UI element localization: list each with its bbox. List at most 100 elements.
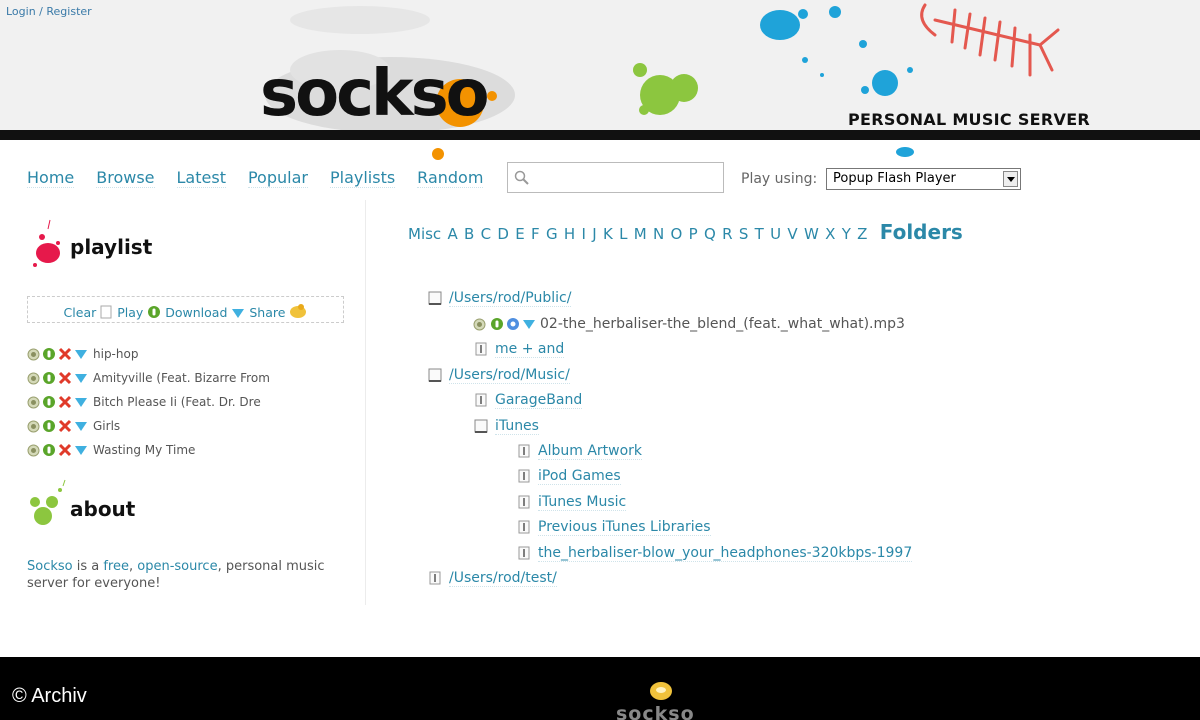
folder-link[interactable]: Album Artwork <box>538 443 643 460</box>
add-icon[interactable] <box>27 372 40 385</box>
letter-q[interactable]: Q <box>704 225 716 243</box>
list-item[interactable]: Wasting My Time <box>27 438 270 462</box>
letter-b[interactable]: B <box>464 225 474 243</box>
letter-z[interactable]: Z <box>857 225 867 243</box>
add-icon[interactable] <box>27 420 40 433</box>
chevron-down-icon[interactable] <box>1003 171 1018 187</box>
tree-node[interactable]: Album Artwork <box>516 441 643 461</box>
letter-r[interactable]: R <box>722 225 732 243</box>
play-icon[interactable] <box>42 347 56 361</box>
letter-y[interactable]: Y <box>842 225 851 243</box>
remove-icon[interactable] <box>58 395 72 409</box>
play-icon[interactable] <box>42 395 56 409</box>
letter-m[interactable]: M <box>634 225 647 243</box>
info-icon[interactable] <box>506 317 522 331</box>
letter-k[interactable]: K <box>603 225 613 243</box>
search-input[interactable] <box>534 167 719 188</box>
remove-icon[interactable] <box>58 419 72 433</box>
tree-node[interactable]: iPod Games <box>516 466 621 486</box>
letter-x[interactable]: X <box>825 225 835 243</box>
letter-o[interactable]: O <box>671 225 683 243</box>
letter-h[interactable]: H <box>564 225 575 243</box>
download-button[interactable]: Download <box>165 305 227 320</box>
letter-t[interactable]: T <box>755 225 764 243</box>
folder-link[interactable]: GarageBand <box>495 392 583 409</box>
tree-node[interactable]: GarageBand <box>473 390 583 410</box>
player-select[interactable]: Popup Flash Player <box>826 168 1021 190</box>
letter-p[interactable]: P <box>689 225 698 243</box>
folder-link[interactable]: /Users/rod/Public/ <box>449 290 572 307</box>
letter-f[interactable]: F <box>531 225 540 243</box>
login-link[interactable]: Login <box>6 5 36 18</box>
nav-random[interactable]: Random <box>417 168 484 188</box>
folder-link[interactable]: me + and <box>495 341 565 358</box>
letter-w[interactable]: W <box>804 225 819 243</box>
folder-link[interactable]: iTunes Music <box>538 494 627 511</box>
nav-popular[interactable]: Popular <box>247 168 308 188</box>
clear-button[interactable]: Clear <box>64 305 97 320</box>
download-icon[interactable] <box>522 318 536 330</box>
tree-node[interactable]: /Users/rod/Public/ <box>427 288 572 308</box>
download-icon[interactable] <box>74 420 88 432</box>
list-item[interactable]: Amityville (Feat. Bizarre From <box>27 366 270 390</box>
add-icon[interactable] <box>27 348 40 361</box>
letter-a[interactable]: A <box>447 225 457 243</box>
play-icon[interactable] <box>42 419 56 433</box>
remove-icon[interactable] <box>58 443 72 457</box>
folder-link[interactable]: iTunes <box>495 418 539 435</box>
site-logo[interactable]: sockso <box>260 62 490 126</box>
letter-u[interactable]: U <box>770 225 781 243</box>
tree-node[interactable]: iTunes Music <box>516 492 627 512</box>
free-link[interactable]: free <box>103 559 129 574</box>
letter-l[interactable]: L <box>619 225 627 243</box>
remove-icon[interactable] <box>58 371 72 385</box>
play-button[interactable]: Play <box>117 305 143 320</box>
letter-n[interactable]: N <box>653 225 664 243</box>
list-item[interactable]: Girls <box>27 414 270 438</box>
list-item[interactable]: Bitch Please Ii (Feat. Dr. Dre <box>27 390 270 414</box>
search-box[interactable] <box>507 162 724 193</box>
tree-node[interactable]: 02-the_herbaliser-the_blend_(feat._what_… <box>473 314 905 334</box>
add-icon[interactable] <box>27 396 40 409</box>
list-item[interactable]: hip-hop <box>27 342 270 366</box>
share-button[interactable]: Share <box>249 305 285 320</box>
nav-browse[interactable]: Browse <box>96 168 155 188</box>
add-icon[interactable] <box>473 318 486 331</box>
letter-c[interactable]: C <box>481 225 491 243</box>
nav-home[interactable]: Home <box>27 168 75 188</box>
folder-link[interactable]: Previous iTunes Libraries <box>538 519 711 536</box>
add-icon[interactable] <box>27 444 40 457</box>
play-icon[interactable] <box>490 317 506 331</box>
folders-link[interactable]: Folders <box>880 220 963 244</box>
letter-i[interactable]: I <box>581 225 585 243</box>
tree-node[interactable]: /Users/rod/Music/ <box>427 365 570 385</box>
open-source-link[interactable]: open-source <box>137 559 217 574</box>
nav-playlists[interactable]: Playlists <box>329 168 396 188</box>
remove-icon[interactable] <box>58 347 72 361</box>
letter-e[interactable]: E <box>515 225 524 243</box>
letter-s[interactable]: S <box>739 225 749 243</box>
folder-link[interactable]: iPod Games <box>538 468 621 485</box>
tree-node[interactable]: Previous iTunes Libraries <box>516 517 711 537</box>
download-icon[interactable] <box>74 444 88 456</box>
tree-node[interactable]: me + and <box>473 339 565 359</box>
sockso-link[interactable]: Sockso <box>27 559 73 574</box>
play-icon[interactable] <box>42 443 56 457</box>
letter-j[interactable]: J <box>592 225 596 243</box>
download-icon[interactable] <box>74 372 88 384</box>
folder-link[interactable]: /Users/rod/Music/ <box>449 367 570 384</box>
letter-d[interactable]: D <box>497 225 509 243</box>
letter-misc[interactable]: Misc <box>408 225 441 243</box>
download-icon[interactable] <box>74 348 88 360</box>
letter-v[interactable]: V <box>787 225 797 243</box>
folder-link[interactable]: /Users/rod/test/ <box>449 570 557 587</box>
nav-latest[interactable]: Latest <box>176 168 226 188</box>
download-icon[interactable] <box>74 396 88 408</box>
letter-g[interactable]: G <box>546 225 558 243</box>
tree-node[interactable]: iTunes <box>473 416 539 436</box>
tree-node[interactable]: the_herbaliser-blow_your_headphones-320k… <box>516 543 913 563</box>
tree-node[interactable]: /Users/rod/test/ <box>427 568 557 588</box>
folder-link[interactable]: the_herbaliser-blow_your_headphones-320k… <box>538 545 913 562</box>
register-link[interactable]: Register <box>46 5 91 18</box>
play-icon[interactable] <box>42 371 56 385</box>
